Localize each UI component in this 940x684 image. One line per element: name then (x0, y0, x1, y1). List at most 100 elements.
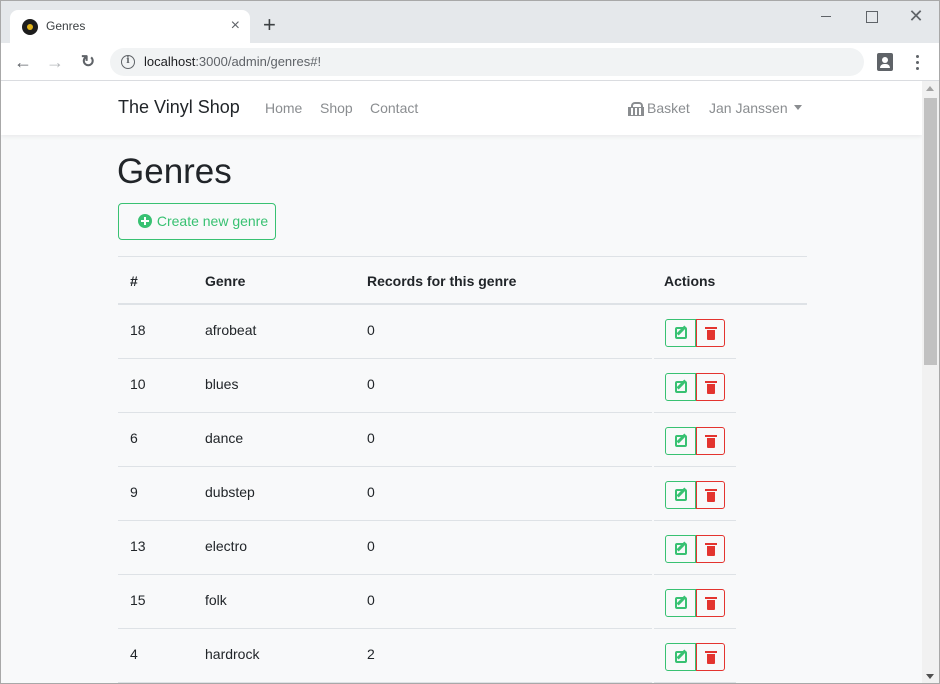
genre-name: afrobeat (205, 322, 257, 338)
genre-record-count: 0 (367, 592, 375, 608)
edit-genre-button[interactable] (665, 643, 696, 671)
genre-name: blues (205, 376, 239, 392)
table-row: 15 folk 0 (118, 575, 807, 629)
header-actions: Actions (664, 273, 716, 289)
maximize-button[interactable] (856, 7, 886, 27)
user-dropdown[interactable]: Jan Janssen (709, 100, 802, 116)
new-tab-button[interactable]: + (263, 14, 276, 36)
genre-name: hardrock (205, 646, 260, 662)
header-id: # (130, 273, 138, 289)
edit-genre-button[interactable] (665, 319, 696, 347)
brand-link[interactable]: The Vinyl Shop (118, 97, 240, 118)
basket-label: Basket (647, 100, 690, 116)
edit-icon (675, 327, 687, 339)
trash-icon (705, 543, 717, 556)
site-navbar: The Vinyl Shop Home Shop Contact Basket … (1, 81, 922, 135)
genre-record-count: 0 (367, 376, 375, 392)
table-row: 10 blues 0 (118, 359, 807, 413)
url-path: :3000/admin/genres#! (195, 54, 322, 69)
genre-record-count: 0 (367, 430, 375, 446)
reload-icon[interactable]: ↻ (77, 51, 99, 73)
genre-id: 15 (130, 592, 146, 608)
genre-name: electro (205, 538, 248, 554)
caret-down-icon (793, 105, 802, 110)
profile-badge-icon[interactable] (877, 53, 893, 71)
page-title: Genres (117, 152, 232, 191)
trash-icon (705, 651, 717, 664)
row-actions (665, 481, 725, 509)
delete-genre-button[interactable] (696, 535, 725, 563)
header-genre: Genre (205, 273, 246, 289)
kebab-menu-icon[interactable] (911, 52, 925, 72)
genre-record-count: 0 (367, 322, 375, 338)
delete-genre-button[interactable] (696, 643, 725, 671)
edit-genre-button[interactable] (665, 535, 696, 563)
table-body: 18 afrobeat 0 10 blues 0 6 dance 0 9 dubstep 0 13 ele… (118, 305, 807, 683)
basket-link[interactable]: Basket (628, 100, 690, 116)
table-row: 4 hardrock 2 (118, 629, 807, 683)
scroll-down-arrow-icon[interactable] (926, 674, 934, 679)
row-actions (665, 643, 725, 671)
create-genre-label: Create new genre (156, 213, 269, 229)
trash-icon (705, 381, 717, 394)
edit-icon (675, 543, 687, 555)
genre-record-count: 0 (367, 538, 375, 554)
edit-genre-button[interactable] (665, 481, 696, 509)
table-row: 13 electro 0 (118, 521, 807, 575)
delete-genre-button[interactable] (696, 589, 725, 617)
genre-id: 9 (130, 484, 138, 500)
trash-icon (705, 435, 717, 448)
delete-genre-button[interactable] (696, 427, 725, 455)
genres-table: # Genre Records for this genre Actions 1… (118, 256, 807, 683)
back-arrow-icon[interactable]: ← (12, 51, 34, 73)
edit-genre-button[interactable] (665, 589, 696, 617)
delete-genre-button[interactable] (696, 319, 725, 347)
basket-icon (628, 102, 644, 116)
genre-name: dance (205, 430, 244, 446)
nav-shop-link[interactable]: Shop (320, 100, 353, 116)
url-text[interactable]: localhost:3000/admin/genres#! (144, 54, 321, 69)
url-host: localhost (144, 54, 196, 69)
tab-close-icon[interactable]: × (231, 16, 240, 36)
window-close-button[interactable]: ✕ (901, 7, 931, 27)
trash-icon (705, 597, 717, 610)
genre-record-count: 0 (367, 484, 375, 500)
edit-genre-button[interactable] (665, 373, 696, 401)
browser-tab[interactable]: Genres × (10, 10, 250, 44)
scroll-up-arrow-icon[interactable] (926, 86, 934, 91)
row-actions (665, 427, 725, 455)
edit-icon (675, 435, 687, 447)
create-genre-button[interactable]: Create new genre (118, 203, 276, 240)
genre-id: 6 (130, 430, 138, 446)
trash-icon (705, 489, 717, 502)
genre-name: dubstep (205, 484, 255, 500)
page-viewport: The Vinyl Shop Home Shop Contact Basket … (1, 81, 922, 683)
edit-icon (675, 597, 687, 609)
table-row: 9 dubstep 0 (118, 467, 807, 521)
minimize-button[interactable] (811, 7, 841, 27)
genre-id: 13 (130, 538, 146, 554)
address-bar[interactable]: i localhost:3000/admin/genres#! (110, 48, 864, 76)
scroll-thumb[interactable] (924, 98, 937, 365)
user-name: Jan Janssen (709, 100, 788, 116)
table-header: # Genre Records for this genre Actions (118, 256, 807, 305)
page-scrollbar[interactable] (922, 81, 939, 683)
edit-icon (675, 651, 687, 663)
edit-icon (675, 381, 687, 393)
forward-arrow-icon[interactable]: → (44, 51, 66, 73)
nav-contact-link[interactable]: Contact (370, 100, 418, 116)
delete-genre-button[interactable] (696, 373, 725, 401)
row-actions (665, 373, 725, 401)
header-records: Records for this genre (367, 273, 517, 289)
genre-name: folk (205, 592, 227, 608)
edit-genre-button[interactable] (665, 427, 696, 455)
trash-icon (705, 327, 717, 340)
browser-window: Genres × + ✕ ← → ↻ i localhost:3000/admi… (0, 0, 940, 684)
row-actions (665, 589, 725, 617)
nav-home-link[interactable]: Home (265, 100, 302, 116)
delete-genre-button[interactable] (696, 481, 725, 509)
row-actions (665, 319, 725, 347)
table-row: 6 dance 0 (118, 413, 807, 467)
info-icon[interactable]: i (121, 55, 135, 69)
row-actions (665, 535, 725, 563)
